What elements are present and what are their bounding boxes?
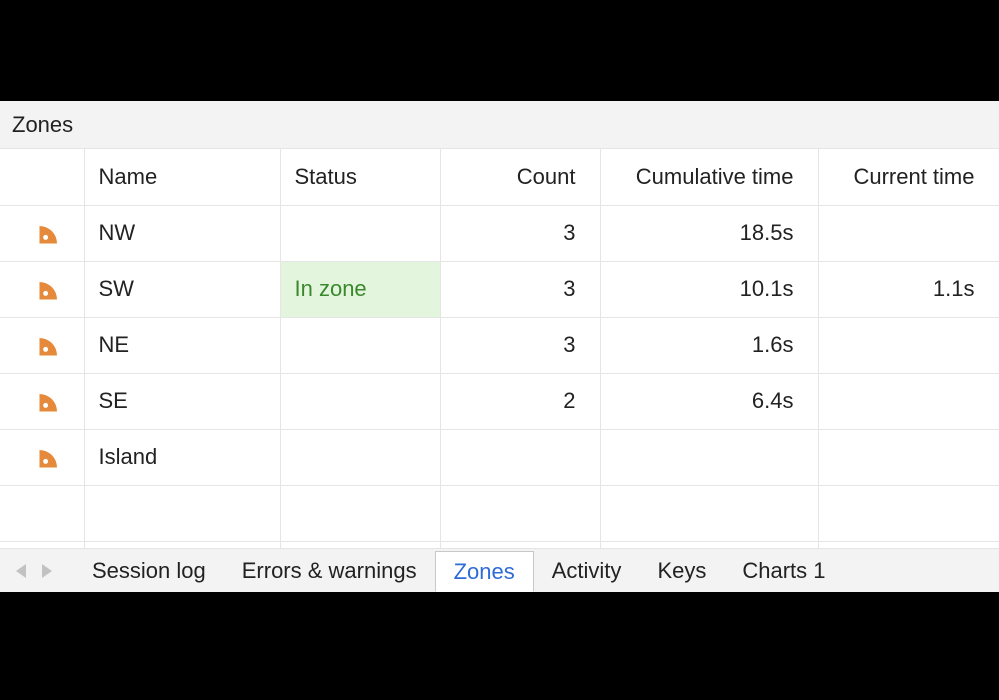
row-cur	[818, 205, 999, 261]
zone-icon	[36, 443, 64, 471]
row-cur	[818, 373, 999, 429]
table-row[interactable]: SWIn zone310.1s1.1s	[0, 261, 999, 317]
col-cume[interactable]: Cumulative time	[600, 149, 818, 205]
row-count: 3	[440, 205, 600, 261]
col-status[interactable]: Status	[280, 149, 440, 205]
row-count: 3	[440, 261, 600, 317]
row-count: 3	[440, 317, 600, 373]
zone-icon	[36, 387, 64, 415]
table-header-row: Name Status Count Cumulative time Curren…	[0, 149, 999, 205]
row-cur	[818, 429, 999, 485]
zone-icon	[36, 331, 64, 359]
row-name: Island	[84, 429, 280, 485]
row-cume: 6.4s	[600, 373, 818, 429]
tab-session-log[interactable]: Session log	[74, 549, 224, 592]
zone-icon	[36, 275, 64, 303]
tab-strip: Session logErrors & warningsZonesActivit…	[0, 548, 999, 592]
tab-charts-1[interactable]: Charts 1	[724, 549, 843, 592]
row-icon-cell	[0, 429, 84, 485]
table-row[interactable]: Island	[0, 429, 999, 485]
tab-next-icon[interactable]	[42, 564, 52, 578]
zone-icon	[36, 219, 64, 247]
row-name: SW	[84, 261, 280, 317]
tab-errors-warnings[interactable]: Errors & warnings	[224, 549, 435, 592]
row-status: In zone	[280, 261, 440, 317]
row-status	[280, 317, 440, 373]
col-cur[interactable]: Current time	[818, 149, 999, 205]
table-row[interactable]: SE 26.4s	[0, 373, 999, 429]
tab-keys[interactable]: Keys	[639, 549, 724, 592]
zones-panel: Zones Name Status Count Cumulative time …	[0, 101, 999, 592]
row-name: SE	[84, 373, 280, 429]
panel-header: Zones	[0, 101, 999, 149]
row-status	[280, 373, 440, 429]
row-icon-cell	[0, 317, 84, 373]
tab-zones[interactable]: Zones	[435, 551, 534, 592]
row-cur	[818, 317, 999, 373]
table-row[interactable]: NW 318.5s	[0, 205, 999, 261]
row-icon-cell	[0, 205, 84, 261]
row-status	[280, 205, 440, 261]
row-count	[440, 429, 600, 485]
col-name[interactable]: Name	[84, 149, 280, 205]
row-cume: 1.6s	[600, 317, 818, 373]
tab-prev-icon[interactable]	[16, 564, 26, 578]
row-icon-cell	[0, 261, 84, 317]
row-name: NE	[84, 317, 280, 373]
table-row-empty	[0, 485, 999, 541]
row-cume: 10.1s	[600, 261, 818, 317]
col-count[interactable]: Count	[440, 149, 600, 205]
row-count: 2	[440, 373, 600, 429]
zones-table: Name Status Count Cumulative time Curren…	[0, 149, 999, 548]
tab-nav	[6, 549, 70, 592]
row-cur: 1.1s	[818, 261, 999, 317]
table-row[interactable]: NE 31.6s	[0, 317, 999, 373]
row-cume: 18.5s	[600, 205, 818, 261]
table-row-empty	[0, 541, 999, 548]
row-status	[280, 429, 440, 485]
panel-title: Zones	[12, 112, 73, 138]
row-icon-cell	[0, 373, 84, 429]
row-cume	[600, 429, 818, 485]
row-name: NW	[84, 205, 280, 261]
tab-activity[interactable]: Activity	[534, 549, 640, 592]
col-icon[interactable]	[0, 149, 84, 205]
